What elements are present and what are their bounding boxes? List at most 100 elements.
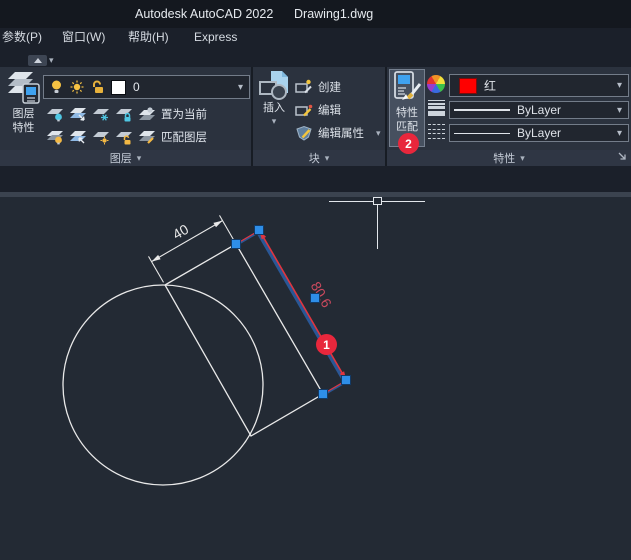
chevron-down-icon[interactable]: ▾	[238, 82, 243, 93]
current-layer-name: 0	[133, 80, 140, 94]
layer-off-icon	[46, 106, 65, 122]
linetype-dropdown[interactable]: ByLayer ▾	[449, 124, 629, 142]
chevron-down-icon[interactable]: ▾	[617, 80, 622, 91]
app-title: Autodesk AutoCAD 2022	[135, 0, 273, 28]
lineweight-dropdown[interactable]: ByLayer ▾	[449, 101, 629, 119]
menu-item-express[interactable]: Express	[194, 28, 237, 47]
layer-unlock-icon	[91, 80, 104, 94]
layer-unlock-button[interactable]	[113, 129, 136, 145]
menu-item-help[interactable]: 帮助(H)	[128, 28, 169, 47]
layer-freeze-icon	[92, 106, 111, 122]
layer-isolate-button[interactable]	[67, 106, 90, 122]
menu-item-window[interactable]: 窗口(W)	[62, 28, 105, 47]
block-create-icon	[295, 79, 313, 95]
dimension-40-text: 40	[170, 221, 192, 243]
chevron-down-icon: ▾	[520, 154, 525, 163]
drawing-canvas[interactable]: 40 80.6	[0, 197, 631, 560]
layers-stack-icon	[5, 69, 43, 107]
step-1-callout-badge: 1	[316, 334, 337, 355]
block-panel-label[interactable]: 块 ▾	[253, 150, 385, 166]
block-create-button[interactable]: 创建	[295, 78, 341, 96]
layer-tools-row-1: 置为当前	[44, 103, 250, 124]
chevron-down-icon: ▾	[325, 154, 330, 163]
linetype-icon[interactable]	[428, 124, 445, 139]
chevron-down-icon[interactable]: ▾	[376, 129, 381, 138]
circle-entity[interactable]	[63, 285, 263, 485]
layer-properties-label-2: 特性	[13, 121, 35, 135]
collapse-up-icon	[34, 58, 42, 63]
grip-text[interactable]	[311, 294, 320, 303]
insert-block-button[interactable]: 插入 ▾	[256, 69, 292, 148]
model-space: 40 80.6	[0, 197, 631, 560]
title-bar: Autodesk AutoCAD 2022 Drawing1.dwg	[0, 0, 631, 28]
rectangle-entity[interactable]	[165, 244, 323, 436]
lineweight-value: ByLayer	[517, 103, 561, 117]
layer-unisolate-icon	[69, 129, 88, 145]
layer-on-all-button[interactable]	[44, 129, 67, 145]
match-layer-label[interactable]: 匹配图层	[161, 129, 207, 145]
crosshair-cursor	[329, 197, 425, 249]
grip-ext-origin-bottom[interactable]	[319, 390, 328, 399]
lineweight-sample-line	[454, 109, 510, 111]
document-title: Drawing1.dwg	[294, 0, 373, 28]
grip-dimline-bottom[interactable]	[342, 376, 351, 385]
lineweight-icon[interactable]	[428, 100, 445, 116]
layer-match-icon	[138, 129, 157, 145]
autocad-window: Autodesk AutoCAD 2022 Drawing1.dwg 参数(P)…	[0, 0, 631, 560]
layer-thaw-button[interactable]	[90, 129, 113, 145]
chevron-down-icon[interactable]: ▾	[49, 56, 54, 65]
layer-set-current-button[interactable]	[136, 106, 159, 122]
layer-unisolate-button[interactable]	[67, 129, 90, 145]
layer-lock-icon	[115, 106, 134, 122]
current-color-swatch	[459, 78, 477, 94]
color-wheel-icon[interactable]	[427, 75, 445, 93]
layer-properties-button[interactable]: 图层 特性	[3, 69, 44, 148]
layer-on-bulb-icon	[50, 80, 63, 94]
chevron-down-icon: ▾	[137, 154, 142, 163]
layers-panel-label[interactable]: 图层 ▾	[0, 150, 251, 166]
ribbon-tab-strip	[0, 47, 631, 67]
block-panel-label-text: 块	[309, 150, 320, 166]
match-properties-label-1: 特性	[396, 106, 418, 120]
dimension-80-6-selected[interactable]: 80.6	[239, 228, 350, 393]
ribbon-collapse-button[interactable]	[28, 55, 47, 66]
layer-thaw-sun-icon	[70, 80, 84, 94]
block-edit-attributes-button[interactable]: 编辑属性 ▾	[295, 124, 381, 142]
layer-match-button[interactable]	[136, 129, 159, 145]
current-color-name: 红	[484, 77, 496, 94]
linetype-sample-line	[454, 133, 510, 134]
layer-lock-button[interactable]	[113, 106, 136, 122]
properties-dialog-launcher-icon[interactable]	[618, 152, 628, 162]
properties-panel-label[interactable]: 特性 ▾	[387, 150, 631, 166]
match-properties-label-2: 匹配	[396, 120, 418, 134]
dimension-40[interactable]: 40	[149, 215, 235, 282]
create-label: 创建	[318, 79, 341, 95]
step-2-callout-badge: 2	[398, 133, 419, 154]
set-current-label[interactable]: 置为当前	[161, 106, 207, 122]
layer-on-all-icon	[46, 129, 65, 145]
edit-attributes-label: 编辑属性	[318, 125, 364, 141]
layer-set-current-icon	[138, 106, 157, 122]
layer-dropdown[interactable]: 0 ▾	[43, 75, 250, 99]
menu-item-parameters[interactable]: 参数(P)	[2, 28, 42, 47]
block-edit-icon	[295, 102, 313, 118]
match-properties-icon	[391, 70, 423, 106]
insert-label: 插入	[263, 101, 285, 115]
layer-thaw-icon	[92, 129, 111, 145]
layer-tools-row-2: 匹配图层	[44, 126, 250, 147]
layer-color-swatch	[111, 80, 126, 95]
selection-grips	[232, 226, 351, 399]
step-1-number: 1	[323, 338, 330, 352]
chevron-down-icon[interactable]: ▾	[617, 128, 622, 139]
chevron-down-icon[interactable]: ▾	[617, 105, 622, 116]
step-2-number: 2	[405, 137, 412, 151]
block-edit-button[interactable]: 编辑	[295, 101, 341, 119]
linetype-value: ByLayer	[517, 126, 561, 140]
edit-label: 编辑	[318, 102, 341, 118]
grip-ext-origin-top[interactable]	[232, 240, 241, 249]
object-color-dropdown[interactable]: 红 ▾	[449, 74, 629, 97]
layer-off-button[interactable]	[44, 106, 67, 122]
insert-block-icon	[258, 69, 290, 101]
layer-freeze-button[interactable]	[90, 106, 113, 122]
grip-dimline-top[interactable]	[255, 226, 264, 235]
